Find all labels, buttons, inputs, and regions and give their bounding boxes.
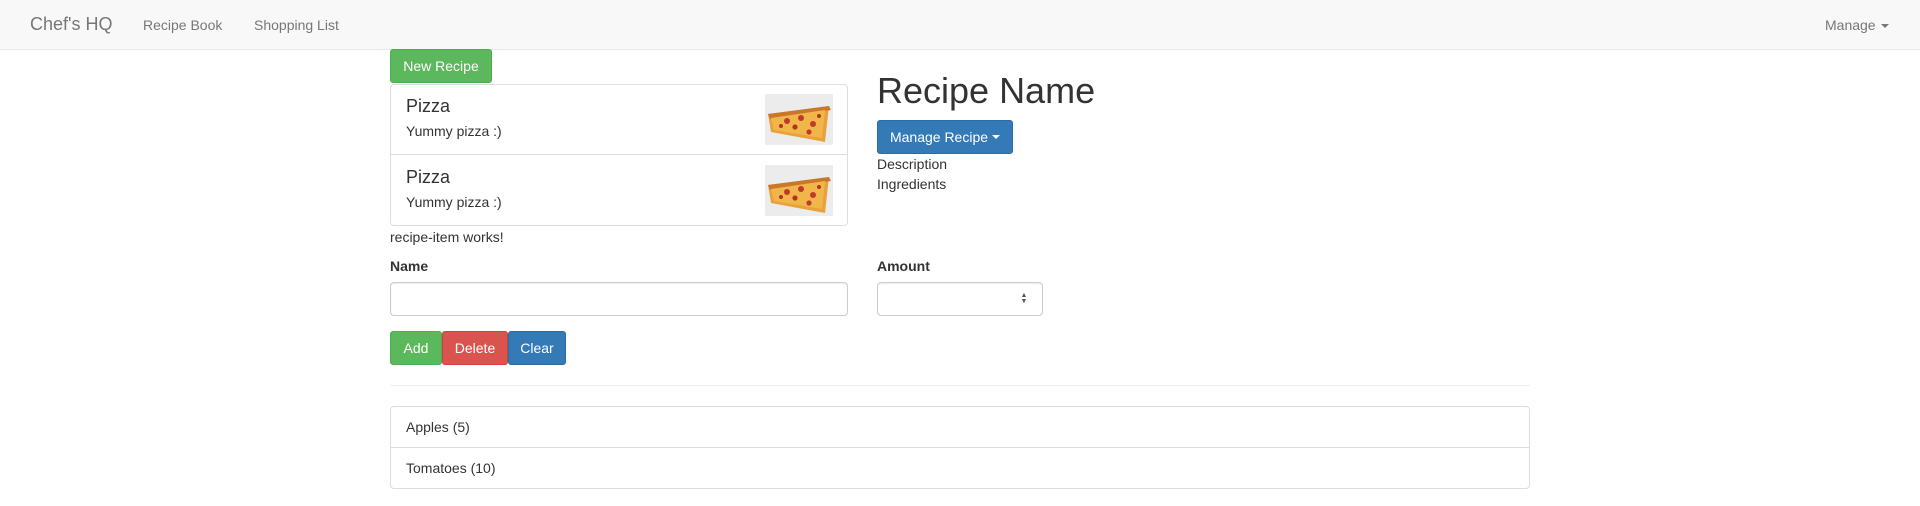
recipe-item-description: Yummy pizza :) <box>406 123 502 139</box>
caret-down-icon <box>1880 24 1889 29</box>
name-label: Name <box>390 258 429 274</box>
number-spinner-icon[interactable]: ▲ ▼ <box>1020 292 1028 306</box>
recipe-list-item[interactable]: Pizza Yummy pizza :) <box>391 156 847 226</box>
brand-link[interactable]: Chef's HQ <box>30 13 112 35</box>
amount-label: Amount <box>877 258 930 274</box>
divider <box>390 385 1530 386</box>
manage-recipe-label: Manage Recipe <box>889 129 989 145</box>
add-button[interactable]: Add <box>390 331 442 365</box>
clear-button[interactable]: Clear <box>508 331 566 365</box>
nav-shopping-list[interactable]: Shopping List <box>254 15 339 35</box>
top-navbar: Chef's HQ Recipe Book Shopping List Mana… <box>0 0 1920 50</box>
recipe-item-status-text: recipe-item works! <box>390 229 504 245</box>
manage-label: Manage <box>1825 17 1876 33</box>
shopping-list-item[interactable]: Tomatoes (10) <box>391 448 1529 489</box>
amount-input[interactable] <box>877 282 1043 316</box>
recipe-list-item[interactable]: Pizza Yummy pizza :) <box>391 85 847 155</box>
manage-dropdown[interactable]: Manage <box>1825 15 1889 35</box>
recipe-item-description: Yummy pizza :) <box>406 194 502 210</box>
recipe-list: Pizza Yummy pizza :) Pizza Yummy pizza :… <box>390 84 848 226</box>
recipe-detail-title: Recipe Name <box>877 70 1096 111</box>
delete-button[interactable]: Delete <box>442 331 508 365</box>
caret-down-icon <box>992 135 1001 139</box>
shopping-list-item[interactable]: Apples (5) <box>391 407 1529 448</box>
name-input[interactable] <box>390 282 848 316</box>
pizza-thumbnail-image <box>765 165 833 216</box>
recipe-description-label: Description <box>877 156 948 172</box>
nav-recipe-book[interactable]: Recipe Book <box>143 15 222 35</box>
shopping-list: Apples (5) Tomatoes (10) <box>390 406 1530 489</box>
pizza-thumbnail-image <box>765 94 833 145</box>
recipe-item-title: Pizza <box>406 96 451 116</box>
manage-recipe-button[interactable]: Manage Recipe <box>877 120 1013 154</box>
new-recipe-button[interactable]: New Recipe <box>390 49 492 83</box>
recipe-item-title: Pizza <box>406 167 451 187</box>
recipe-ingredients-label: Ingredients <box>877 176 947 192</box>
